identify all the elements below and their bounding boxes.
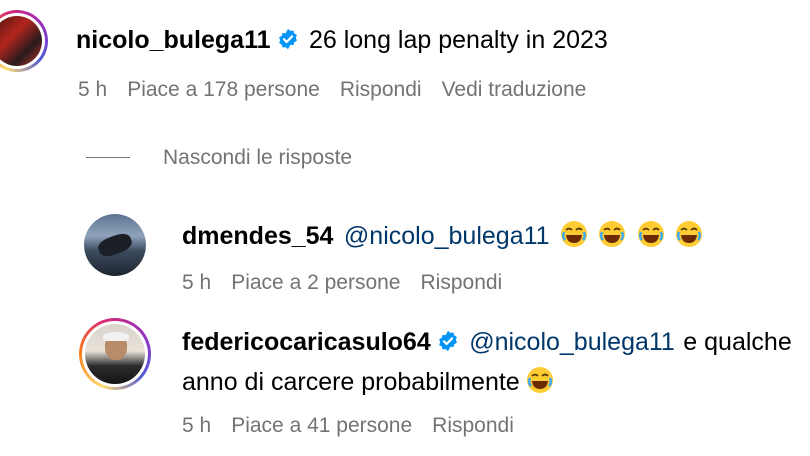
reply-text-line1: e qualche <box>683 328 792 356</box>
avatar <box>85 324 145 384</box>
avatar-motorbike <box>95 230 135 260</box>
verified-badge-icon <box>438 330 457 352</box>
comment-time: 5 h <box>78 78 108 101</box>
likes-count-link[interactable]: Piace a 178 persone <box>127 78 320 101</box>
reply-time: 5 h <box>182 414 212 437</box>
likes-count-link[interactable]: Piace a 2 persone <box>231 271 400 294</box>
reply-button[interactable]: Rispondi <box>432 414 514 437</box>
laughing-emoji-icon <box>637 221 664 247</box>
reply-time: 5 h <box>182 271 212 294</box>
story-ring <box>0 10 48 72</box>
comment-meta: 5 h Piace a 178 persone Rispondi Vedi tradu… <box>78 78 606 102</box>
reply-text-line2: anno di carcere probabilmente <box>182 368 520 396</box>
laughing-emoji-icon <box>526 367 553 393</box>
reply-username[interactable]: federicocaricasulo64 <box>182 328 431 356</box>
reply-avatar[interactable] <box>84 214 146 276</box>
reply-meta: 5 h Piace a 41 persone Rispondi <box>182 414 534 438</box>
reply-body: federicocaricasulo64 @nicolo_bulega11 e … <box>182 328 792 357</box>
laughing-emoji-group <box>554 221 703 248</box>
reply-username[interactable]: dmendes_54 <box>182 222 333 250</box>
reply-button[interactable]: Rispondi <box>340 78 422 101</box>
reply-mention[interactable]: @nicolo_bulega11 <box>469 328 675 356</box>
reply-mention[interactable]: @nicolo_bulega11 <box>344 222 550 250</box>
comment-body: nicolo_bulega11 26 long lap penalty in 2… <box>76 26 608 55</box>
replies-divider <box>86 157 130 158</box>
reply-body: dmendes_54 @nicolo_bulega11 <box>182 220 703 251</box>
laughing-emoji-icon <box>561 221 588 247</box>
comment-username[interactable]: nicolo_bulega11 <box>76 26 271 54</box>
hide-replies-button[interactable]: Nascondi le risposte <box>163 146 352 170</box>
laughing-emoji-icon <box>599 221 626 247</box>
verified-badge-icon <box>278 28 297 50</box>
story-ring <box>79 318 151 390</box>
comment-text: 26 long lap penalty in 2023 <box>308 26 608 54</box>
reply-body-line2: anno di carcere probabilmente <box>182 366 554 397</box>
likes-count-link[interactable]: Piace a 41 persone <box>231 414 412 437</box>
reply-button[interactable]: Rispondi <box>421 271 503 294</box>
reply-meta: 5 h Piace a 2 persone Rispondi <box>182 271 522 295</box>
avatar-cap <box>103 332 129 341</box>
translate-button[interactable]: Vedi traduzione <box>442 78 587 101</box>
laughing-emoji-icon <box>676 221 703 247</box>
